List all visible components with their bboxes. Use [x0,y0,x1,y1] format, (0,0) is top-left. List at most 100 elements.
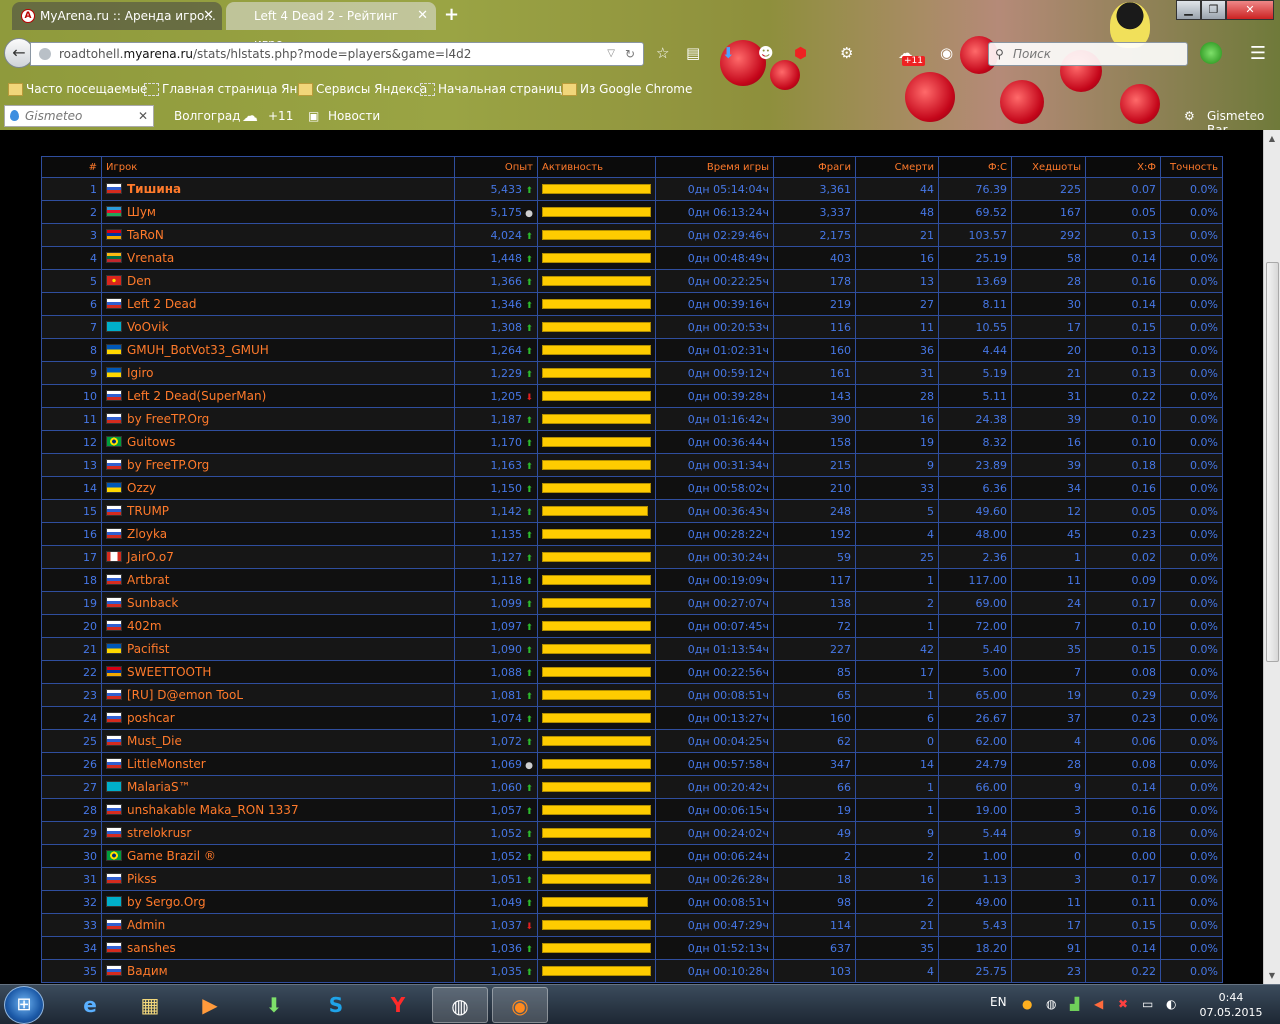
gismeteo-bar-label[interactable]: Gismeteo Bar [1207,109,1280,130]
player-name-link[interactable]: Must_Die [127,734,182,748]
url-bar[interactable]: roadtohell.myarena.ru/stats/hlstats.php?… [30,42,644,66]
player-name-link[interactable]: Artbrat [127,573,169,587]
player-name-link[interactable]: by FreeTP.Org [127,458,209,472]
social-icon[interactable]: ☻ [758,44,774,62]
player-name-link[interactable]: by Sergo.Org [127,895,206,909]
player-name-link[interactable]: [RU] D@emon TooL [127,688,243,702]
player-name-link[interactable]: Game Brazil ® [127,849,216,863]
menu-icon[interactable]: ☰ [1244,40,1272,68]
player-name-link[interactable]: TRUMP [127,504,169,518]
start-button[interactable]: ⊞ [4,986,44,1024]
player-name-link[interactable]: Admin [127,918,165,932]
bookmark-from-chrome[interactable]: Из Google Chrome [562,82,692,96]
col-player[interactable]: Игрок [101,156,455,178]
player-name-link[interactable]: SWEETTOOTH [127,665,211,679]
col-activity[interactable]: Активность [537,156,656,178]
gismeteo-news[interactable]: Новости [328,109,380,123]
player-name-link[interactable]: MalariaS™ [127,780,191,794]
system-clock[interactable]: 0:44 07.05.2015 [1196,990,1266,1020]
tray-error-icon[interactable]: ✖ [1118,997,1128,1011]
player-name-link[interactable]: Тишина [127,182,181,196]
player-name-link[interactable]: Zloyka [127,527,167,541]
skype-icon[interactable]: S [308,987,364,1023]
player-name-link[interactable]: Вадим [127,964,168,978]
player-name-link[interactable]: unshakable Maka_RON 1337 [127,803,299,817]
gismeteo-city[interactable]: Волгоград [174,109,240,123]
minimize-button[interactable]: ▁ [1176,0,1201,20]
scroll-down-arrow-icon[interactable]: ▼ [1264,967,1280,984]
reload-icon[interactable]: ↻ [625,43,635,65]
col-rank[interactable]: # [41,156,102,178]
bookmark-most-visited[interactable]: Часто посещаемые [8,82,147,96]
bookmark-start-page[interactable]: Начальная страница [420,82,570,96]
player-name-link[interactable]: Den [127,274,151,288]
maximize-button[interactable]: ❐ [1201,0,1226,20]
player-name-link[interactable]: Vrenata [127,251,174,265]
col-experience[interactable]: Опыт [454,156,538,178]
tab-l4d2-rating[interactable]: Left 4 Dead 2 - Рейтинг игро... ✕ [226,2,436,51]
player-name-link[interactable]: 402m [127,619,162,633]
bookmark-yandex-services[interactable]: Сервисы Яндекса [298,82,427,96]
site-identity-icon[interactable] [39,48,51,60]
volume-icon[interactable]: ◀ [1094,997,1103,1011]
player-name-link[interactable]: Ozzy [127,481,156,495]
language-indicator[interactable]: EN [990,995,1007,1009]
player-name-link[interactable]: Pikss [127,872,157,886]
col-kd[interactable]: Ф:С [938,156,1012,178]
addon-status-icon[interactable] [1200,42,1222,64]
ie-icon[interactable]: e [62,987,118,1023]
col-playtime[interactable]: Время игры [655,156,774,178]
player-name-link[interactable]: sanshes [127,941,176,955]
steam-icon[interactable]: ◍ [432,987,488,1023]
gismeteo-temp[interactable]: +11 [268,109,293,123]
player-name-link[interactable]: Шум [127,205,156,219]
clear-icon[interactable]: ✕ [138,106,148,126]
page-scrollbar[interactable]: ▲ ▼ [1263,130,1280,984]
extension-icon[interactable]: ⚙ [840,44,853,62]
tray-network-icon[interactable]: ▟ [1070,997,1079,1011]
player-name-link[interactable]: Igiro [127,366,154,380]
close-window-button[interactable]: ✕ [1226,0,1274,20]
media-player-icon[interactable]: ▶ [182,987,238,1023]
player-name-link[interactable]: Left 2 Dead(SuperMan) [127,389,266,403]
tray-sound-icon[interactable]: ◐ [1166,997,1176,1011]
gismeteo-search-input[interactable]: Gismeteo ✕ [4,105,154,127]
player-name-link[interactable]: strelokrusr [127,826,191,840]
close-tab-icon[interactable]: ✕ [203,2,214,30]
player-name-link[interactable]: Guitows [127,435,175,449]
bookmark-yandex-home[interactable]: Главная страница Ян... [144,82,309,96]
player-name-link[interactable]: TaRoN [127,228,164,242]
player-name-link[interactable]: Pacifist [127,642,170,656]
explorer-icon[interactable]: ▦ [122,987,178,1023]
player-name-link[interactable]: Sunback [127,596,178,610]
scrollbar-thumb[interactable] [1266,262,1279,662]
player-name-link[interactable]: Left 2 Dead [127,297,196,311]
player-name-link[interactable]: VoOvik [127,320,168,334]
new-tab-button[interactable]: + [444,4,459,25]
scroll-up-arrow-icon[interactable]: ▲ [1264,130,1280,147]
player-name-link[interactable]: GMUH_BotVot33_GMUH [127,343,269,357]
gear-icon[interactable]: ⚙ [1184,109,1195,123]
col-kills[interactable]: Фраги [773,156,856,178]
firefox-icon[interactable]: ◉ [492,987,548,1023]
download-icon[interactable]: ⬇ [246,987,302,1023]
col-deaths[interactable]: Смерти [855,156,939,178]
adblock-icon[interactable]: ⬢ [794,44,807,62]
player-name-link[interactable]: LittleMonster [127,757,206,771]
user-icon[interactable]: ◉ [940,44,953,62]
tray-display-icon[interactable]: ▭ [1142,997,1153,1011]
player-name-link[interactable]: JairO.o7 [127,550,174,564]
col-headshots[interactable]: Хедшоты [1011,156,1086,178]
col-hk[interactable]: Х:Ф [1085,156,1161,178]
downloads-icon[interactable]: ⬇ [722,44,735,62]
url-history-dropdown-icon[interactable]: ▽ [607,43,615,65]
tab-myarena[interactable]: A MyArena.ru :: Аренда игро... ✕ [12,2,222,30]
yandex-icon[interactable]: Y [370,987,426,1023]
reading-list-icon[interactable]: ▤ [686,44,700,62]
col-accuracy[interactable]: Точность [1160,156,1223,178]
search-input[interactable]: ⚲ Поиск [988,42,1188,66]
tray-app-icon[interactable]: ● [1022,997,1032,1011]
bookmark-star-icon[interactable]: ☆ [656,44,669,62]
player-name-link[interactable]: by FreeTP.Org [127,412,209,426]
player-name-link[interactable]: poshcar [127,711,175,725]
